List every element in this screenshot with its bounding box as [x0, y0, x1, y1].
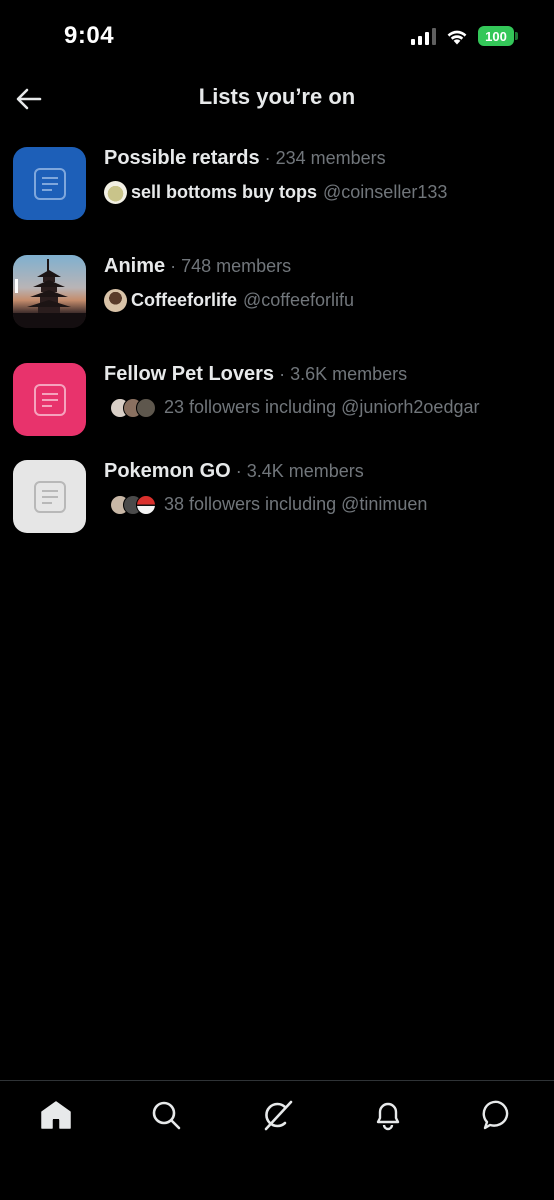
owner-name: Coffeeforlife — [131, 290, 238, 310]
owner-handle: @coinseller133 — [323, 182, 448, 202]
home-icon — [41, 1101, 71, 1129]
nav-grok[interactable] — [257, 1095, 297, 1135]
follower-avatars — [110, 494, 156, 515]
messages-icon — [482, 1100, 509, 1130]
list-thumbnail — [13, 147, 86, 220]
list-item[interactable]: Pokemon GO · 3.4K members 38 followers i… — [0, 448, 554, 545]
owner-handle: @coffeeforlifu — [243, 290, 355, 310]
separator-dot: · — [264, 148, 271, 168]
list-item[interactable]: Fellow Pet Lovers · 3.6K members 23 foll… — [0, 351, 554, 448]
cellular-signal-icon — [411, 27, 436, 45]
list-name: Anime — [104, 255, 166, 277]
nav-search[interactable] — [146, 1095, 186, 1135]
page-title: Lists you’re on — [198, 84, 356, 109]
pagoda-photo — [13, 255, 86, 328]
follower-avatars — [110, 397, 156, 418]
list-document-icon — [33, 480, 66, 513]
list-text: Fellow Pet Lovers · 3.6K members 23 foll… — [104, 363, 544, 418]
list-name: Possible retards — [104, 147, 260, 169]
nav-messages[interactable] — [478, 1095, 518, 1135]
list-item[interactable]: Possible retards · 234 members sell bott… — [0, 135, 554, 243]
member-count: 234 members — [275, 148, 386, 168]
member-count: 3.4K members — [246, 461, 364, 481]
followers-text: 23 followers including @juniorh2oedgar — [164, 397, 480, 417]
member-count: 3.6K members — [290, 364, 408, 384]
list-text: Pokemon GO · 3.4K members 38 followers i… — [104, 460, 544, 515]
wifi-icon — [446, 28, 468, 45]
list-name: Pokemon GO — [104, 460, 231, 482]
status-icons: 100 — [411, 26, 518, 46]
list-thumbnail — [13, 363, 86, 436]
list-text: Possible retards · 234 members sell bott… — [104, 147, 544, 204]
grok-icon — [264, 1100, 293, 1131]
list-text: Anime · 748 members Coffeeforlife @coffe… — [104, 255, 544, 312]
status-bar: 9:04 100 — [0, 0, 554, 74]
list-document-icon — [33, 167, 66, 200]
nav-home[interactable] — [36, 1095, 76, 1135]
owner-name: sell bottoms buy tops — [131, 182, 318, 202]
list-name: Fellow Pet Lovers — [104, 363, 275, 385]
status-time: 9:04 — [64, 22, 115, 49]
separator-dot: · — [235, 461, 242, 481]
list-item[interactable]: Anime · 748 members Coffeeforlife @coffe… — [0, 243, 554, 351]
separator-dot: · — [279, 364, 286, 384]
battery-icon: 100 — [478, 26, 518, 46]
separator-dot: · — [170, 256, 177, 276]
header: Lists you’re on — [0, 74, 554, 124]
notifications-icon — [376, 1102, 400, 1131]
member-count: 748 members — [181, 256, 292, 276]
list-document-icon — [33, 383, 66, 416]
nav-notifications[interactable] — [368, 1095, 408, 1135]
bottom-navigation — [0, 1080, 554, 1200]
lists-container: Possible retards · 234 members sell bott… — [0, 135, 554, 545]
followers-text: 38 followers including @tinimuen — [164, 494, 428, 514]
avatar — [104, 289, 127, 312]
avatar — [104, 181, 127, 204]
battery-level: 100 — [485, 28, 507, 44]
search-icon — [152, 1101, 181, 1130]
list-thumbnail — [13, 460, 86, 533]
